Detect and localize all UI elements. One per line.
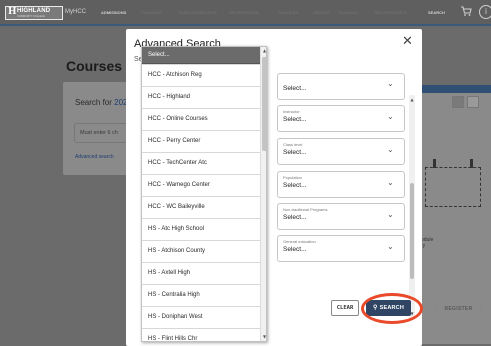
dropdown-option[interactable]: HS - Doniphan West: [142, 306, 260, 328]
dropdown-option[interactable]: HCC - WC Baileyville: [142, 196, 260, 218]
location-select-value: Select...: [283, 85, 307, 92]
chevron-down-icon: ⌄: [387, 145, 394, 154]
class-level-select[interactable]: Class level Select... ⌄: [277, 138, 405, 165]
search-button-highlight: [361, 293, 423, 324]
modal-scrollbar[interactable]: ▲ ▼: [409, 95, 415, 319]
dropdown-option-label: HS - Centralia High: [148, 292, 200, 298]
dropdown-option-label: HS - Axtell High: [148, 270, 191, 276]
dropdown-option[interactable]: HS - Atc High School: [142, 218, 260, 240]
scroll-down-arrow-icon[interactable]: ▼: [261, 334, 266, 339]
calendar-icon: [425, 167, 481, 207]
filter-fields: Select... ⌄ Instructor Select... ⌄ Class…: [277, 67, 416, 319]
dropdown-option[interactable]: HS - Atchison County: [142, 240, 260, 262]
chevron-down-icon: ⌄: [387, 242, 394, 251]
dropdown-selected[interactable]: Select...: [142, 47, 260, 64]
dropdown-option-label: HCC - Wamego Center: [148, 182, 210, 188]
search-card-title: Search for 202: [75, 98, 128, 107]
dropdown-option[interactable]: HS - Centralia High: [142, 284, 260, 306]
chevron-down-icon: ⌄: [387, 79, 394, 88]
dropdown-option[interactable]: HS - Axtell High: [142, 262, 260, 284]
schedule-text: odule ry: [421, 237, 433, 249]
dropdown-option[interactable]: HCC - TechCenter Atc: [142, 152, 260, 174]
general-education-select[interactable]: General education Select... ⌄: [277, 235, 405, 262]
register-button[interactable]: REGISTER: [436, 300, 481, 318]
dropdown-option-label: HCC - Perry Center: [148, 138, 201, 144]
page-title: Courses: [66, 58, 123, 74]
close-icon[interactable]: ✕: [402, 34, 413, 49]
dropdown-option-label: HCC - WC Baileyville: [148, 204, 205, 210]
nav-item-8[interactable]: RECORDS/DOCS: [374, 10, 407, 15]
dropdown-option-label: HS - Atc High School: [148, 226, 205, 232]
top-navigation-bar: H HIGHLAND COMMUNITY COLLEGE MyHCC ADMIS…: [0, 0, 491, 26]
instructor-label: Instructor: [283, 109, 300, 114]
course-search-input[interactable]: Must enter 6 ch: [74, 123, 134, 143]
non-traditional-programs-select[interactable]: Non-traditional Programs Select... ⌄: [277, 203, 405, 230]
dropdown-option[interactable]: HCC - Atchison Reg: [142, 64, 260, 86]
clear-button[interactable]: CLEAR: [331, 300, 359, 316]
profile-icon[interactable]: i: [479, 5, 491, 19]
calendar-view-icon[interactable]: [467, 96, 479, 108]
dropdown-option[interactable]: HS - Flint Hills Chr: [142, 328, 260, 342]
scroll-up-arrow-icon[interactable]: ▲: [261, 48, 266, 53]
chevron-down-icon: ⌄: [387, 112, 394, 121]
instructor-select[interactable]: Instructor Select... ⌄: [277, 105, 405, 132]
schedule-panel-header: [420, 85, 491, 93]
logo-subtext: COMMUNITY COLLEGE: [17, 15, 45, 18]
instructor-select-value: Select...: [283, 116, 307, 123]
advanced-search-link[interactable]: Advanced search: [75, 154, 114, 160]
search-card-label: Search for: [75, 98, 115, 107]
dropdown-option[interactable]: HCC - Online Courses: [142, 108, 260, 130]
nav-admissions[interactable]: ADMISSIONS: [101, 10, 126, 15]
location-select[interactable]: Select... ⌄: [277, 73, 405, 100]
cart-icon[interactable]: [460, 5, 472, 20]
app-name: MyHCC: [65, 9, 86, 15]
dropdown-option-label: HCC - Highland: [148, 94, 191, 100]
location-dropdown-list[interactable]: Select... HCC - Atchison Reg HCC - Highl…: [141, 46, 267, 342]
dropdown-selected-text: Select...: [148, 52, 170, 58]
general-education-select-value: Select...: [283, 246, 307, 253]
logo-mark: H: [8, 7, 17, 17]
dropdown-option-label: HCC - Atchison Reg: [148, 72, 202, 78]
class-level-select-value: Select...: [283, 149, 307, 156]
nav-item-7[interactable]: PLANNING: [338, 10, 358, 15]
dropdown-option-label: HS - Atchison County: [148, 248, 206, 254]
non-traditional-programs-select-value: Select...: [283, 214, 307, 221]
class-level-label: Class level: [283, 142, 303, 147]
chevron-down-icon: ⌄: [387, 178, 394, 187]
dropdown-option-label: HCC - TechCenter Atc: [148, 160, 207, 166]
dropdown-option[interactable]: HCC - Perry Center: [142, 130, 260, 152]
schedule-text-line-2: ry: [421, 243, 426, 249]
non-traditional-programs-label: Non-traditional Programs: [283, 207, 328, 212]
nav-item-6[interactable]: GRADES: [313, 10, 330, 15]
nav-item-5[interactable]: FINANCES: [278, 10, 298, 15]
dropdown-option[interactable]: HCC - Highland: [142, 86, 260, 108]
scroll-up-arrow-icon[interactable]: ▲: [409, 97, 415, 102]
dropdown-option-label: HS - Flint Hills Chr: [148, 336, 198, 342]
nav-item-4[interactable]: REGISTRATION: [229, 10, 259, 15]
dropdown-scrollbar[interactable]: ▲ ▼: [260, 47, 266, 341]
college-logo[interactable]: H HIGHLAND COMMUNITY COLLEGE: [5, 6, 63, 20]
population-select-value: Select...: [283, 182, 307, 189]
modal-scrollbar-thumb[interactable]: [410, 183, 414, 279]
nav-item-2[interactable]: PLANNING: [141, 10, 161, 15]
dropdown-scrollbar-thumb[interactable]: [262, 57, 266, 151]
population-label: Population: [283, 175, 302, 180]
population-select[interactable]: Population Select... ⌄: [277, 171, 405, 198]
dropdown-option-label: HCC - Online Courses: [148, 116, 208, 122]
dropdown-option[interactable]: HCC - Wamego Center: [142, 174, 260, 196]
nav-item-3[interactable]: CLASS SCHEDULES: [178, 10, 217, 15]
dropdown-option-label: HS - Doniphan West: [148, 314, 203, 320]
logo-text: HIGHLAND: [17, 8, 51, 14]
chevron-down-icon: ⌄: [387, 210, 394, 219]
grid-view-icon[interactable]: [452, 96, 464, 108]
general-education-label: General education: [283, 239, 316, 244]
nav-search[interactable]: SEARCH: [428, 10, 445, 15]
